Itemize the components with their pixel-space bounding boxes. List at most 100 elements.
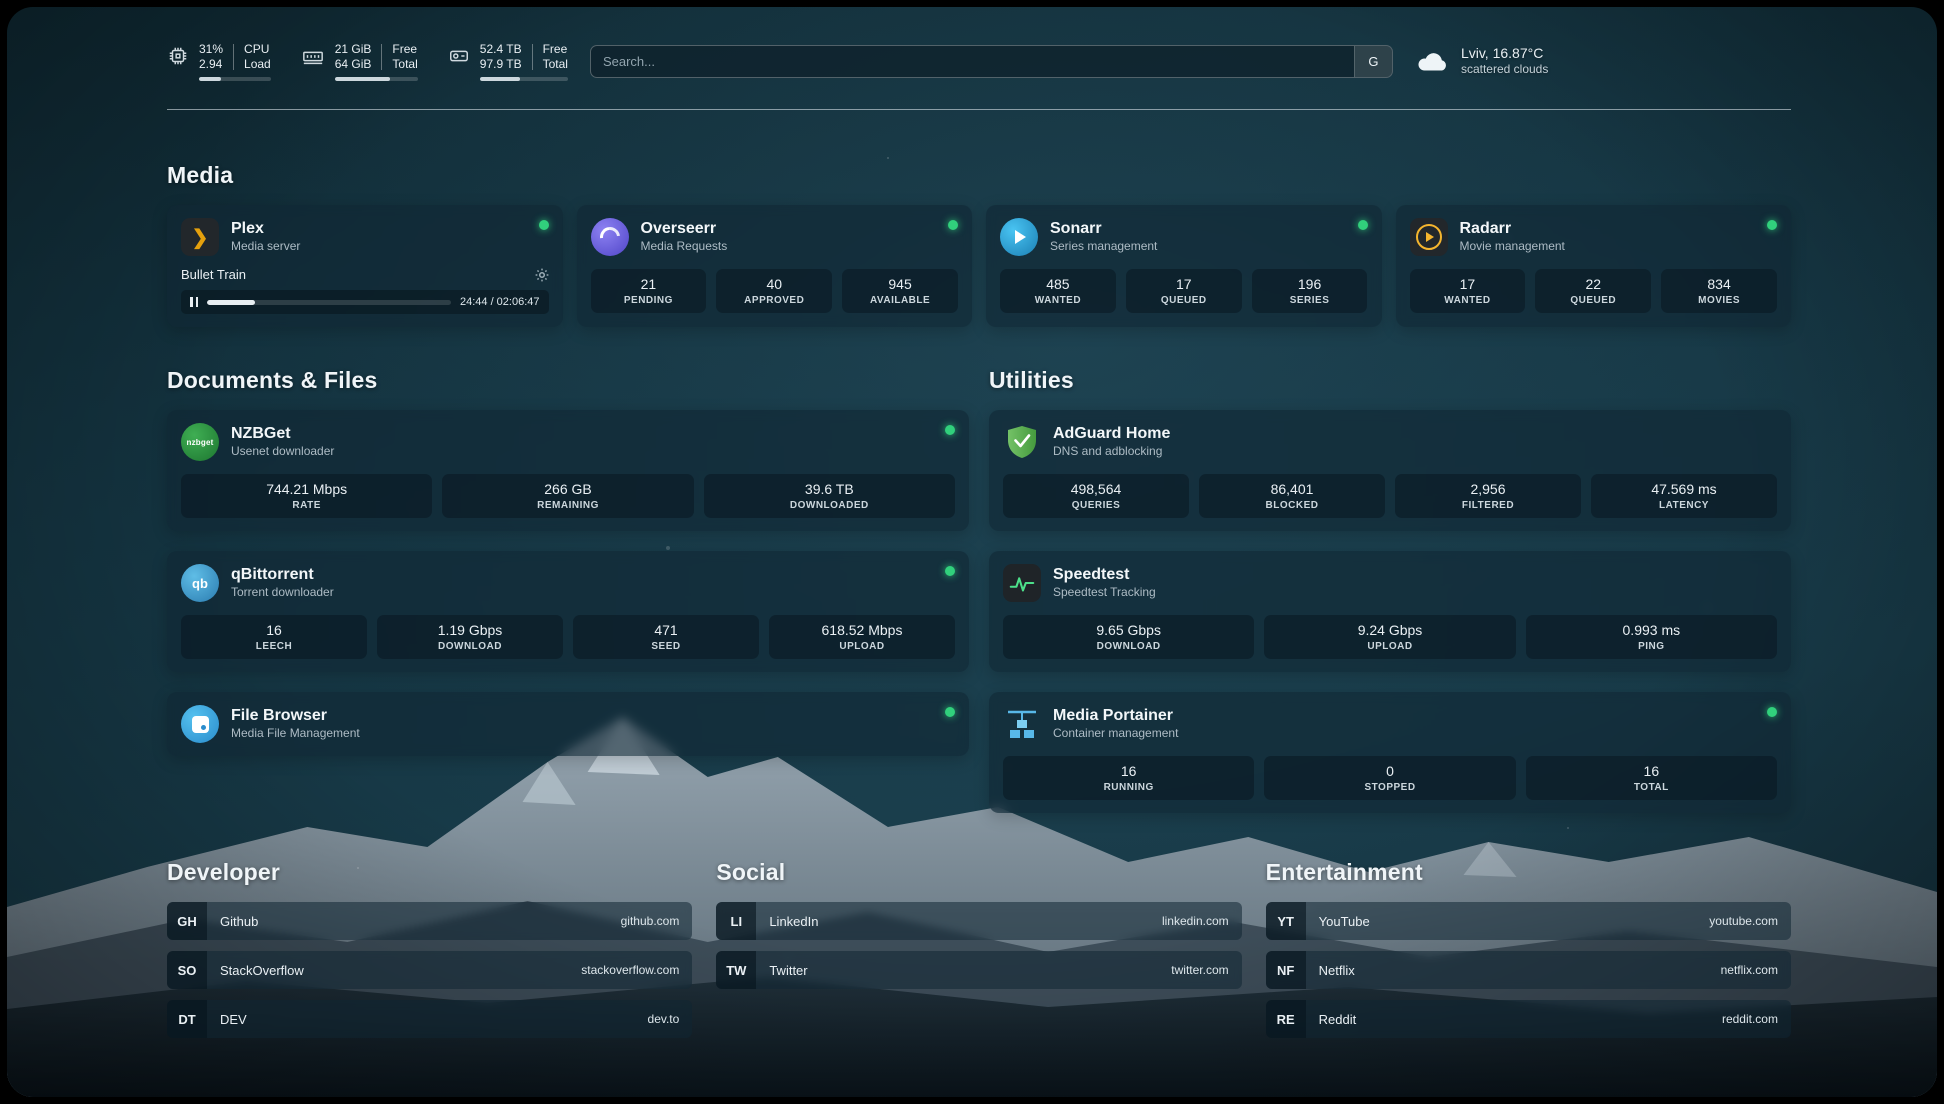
bookmark-url: twitter.com: [1171, 951, 1241, 989]
bookmark-youtube[interactable]: YT YouTube youtube.com: [1266, 902, 1791, 940]
cpu-metric: 31% 2.94 CPU Load: [167, 42, 271, 81]
search-engine-button[interactable]: G: [1354, 46, 1392, 77]
bookmark-name: Reddit: [1306, 1000, 1722, 1038]
stat-series: 196 SERIES: [1252, 269, 1368, 313]
bookmark-github[interactable]: GH Github github.com: [167, 902, 692, 940]
cpu-label-top: CPU: [244, 42, 271, 57]
bookmark-name: Github: [207, 902, 621, 940]
filebrowser-icon: [181, 705, 219, 743]
weather-widget: Lviv, 16.87°C scattered clouds: [1415, 44, 1548, 78]
status-dot: [945, 707, 955, 717]
service-title: Sonarr: [1050, 219, 1157, 239]
stat-upload: 618.52 Mbps UPLOAD: [769, 615, 955, 659]
stat-total: 16 TOTAL: [1526, 756, 1777, 800]
metric-divider: [233, 44, 234, 70]
search-input[interactable]: [591, 46, 1354, 77]
disk-metric: 52.4 TB 97.9 TB Free Total: [448, 42, 568, 81]
bookmark-reddit[interactable]: RE Reddit reddit.com: [1266, 1000, 1791, 1038]
bookmark-url: dev.to: [648, 1000, 693, 1038]
card-overseerr[interactable]: Overseerr Media Requests 21 PENDING 40 A…: [577, 205, 973, 327]
bookmark-abbr: NF: [1266, 951, 1306, 989]
card-nzbget[interactable]: nzbget NZBGet Usenet downloader 744.21 M…: [167, 410, 969, 531]
weather-location: Lviv, 16.87°C: [1461, 44, 1548, 62]
section-entertainment: Entertainment YT YouTube youtube.com NF …: [1266, 859, 1791, 1049]
disk-progress-bar: [480, 77, 568, 81]
bookmark-twitter[interactable]: TW Twitter twitter.com: [716, 951, 1241, 989]
memory-progress-bar: [335, 77, 418, 81]
bookmark-name: LinkedIn: [756, 902, 1162, 940]
metric-divider: [532, 44, 533, 70]
bookmark-name: Twitter: [756, 951, 1171, 989]
bookmark-linkedin[interactable]: LI LinkedIn linkedin.com: [716, 902, 1241, 940]
search-bar[interactable]: G: [590, 45, 1393, 78]
service-title: Overseerr: [641, 219, 728, 239]
bookmark-abbr: RE: [1266, 1000, 1306, 1038]
system-metrics: 31% 2.94 CPU Load: [167, 42, 568, 81]
service-subtitle: Torrent downloader: [231, 585, 334, 601]
cpu-label-bottom: Load: [244, 57, 271, 72]
card-portainer[interactable]: Media Portainer Container management 16 …: [989, 692, 1791, 813]
section-social: Social LI LinkedIn linkedin.com TW Twitt…: [716, 859, 1241, 1049]
stat-movies: 834 MOVIES: [1661, 269, 1777, 313]
stat-queries: 498,564 QUERIES: [1003, 474, 1189, 518]
service-subtitle: Series management: [1050, 239, 1157, 255]
card-speedtest[interactable]: Speedtest Speedtest Tracking 9.65 Gbps D…: [989, 551, 1791, 672]
card-radarr[interactable]: Radarr Movie management 17 WANTED 22 QUE…: [1396, 205, 1792, 327]
memory-icon: [301, 45, 325, 67]
card-adguard[interactable]: AdGuard Home DNS and adblocking 498,564 …: [989, 410, 1791, 531]
stat-downloaded: 39.6 TB DOWNLOADED: [704, 474, 955, 518]
card-sonarr[interactable]: Sonarr Series management 485 WANTED 17 Q…: [986, 205, 1382, 327]
plex-icon: ❯: [181, 218, 219, 256]
speedtest-icon: [1003, 564, 1041, 602]
portainer-icon: [1003, 705, 1041, 743]
service-subtitle: Movie management: [1460, 239, 1565, 255]
bookmark-abbr: GH: [167, 902, 207, 940]
bookmark-abbr: SO: [167, 951, 207, 989]
cpu-load: 2.94: [199, 57, 223, 72]
stat-download: 9.65 Gbps DOWNLOAD: [1003, 615, 1254, 659]
section-title-media: Media: [167, 162, 1791, 189]
stat-latency: 47.569 ms LATENCY: [1591, 474, 1777, 518]
stat-available: 945 AVAILABLE: [842, 269, 958, 313]
stat-leech: 16 LEECH: [181, 615, 367, 659]
card-filebrowser[interactable]: File Browser Media File Management: [167, 692, 969, 756]
stat-seed: 471 SEED: [573, 615, 759, 659]
card-plex[interactable]: ❯ Plex Media server Bullet Train: [167, 205, 563, 327]
weather-condition: scattered clouds: [1461, 62, 1548, 78]
service-title: qBittorrent: [231, 565, 334, 585]
pause-button[interactable]: [190, 297, 198, 307]
cpu-icon: [167, 45, 189, 67]
bookmark-name: StackOverflow: [207, 951, 581, 989]
gear-icon[interactable]: [535, 268, 549, 282]
service-subtitle: Speedtest Tracking: [1053, 585, 1156, 601]
now-playing-title: Bullet Train: [181, 267, 246, 282]
qbittorrent-icon: qb: [181, 564, 219, 602]
status-dot: [539, 220, 549, 230]
section-media: Media ❯ Plex Media server: [167, 162, 1791, 327]
service-subtitle: Usenet downloader: [231, 444, 334, 460]
bookmark-dev[interactable]: DT DEV dev.to: [167, 1000, 692, 1038]
status-dot: [945, 566, 955, 576]
header-divider: [167, 109, 1791, 110]
status-dot: [1358, 220, 1368, 230]
bookmark-name: YouTube: [1306, 902, 1710, 940]
service-title: Plex: [231, 219, 300, 239]
memory-label-top: Free: [392, 42, 417, 57]
section-title-developer: Developer: [167, 859, 692, 886]
service-title: AdGuard Home: [1053, 424, 1170, 444]
bookmark-abbr: YT: [1266, 902, 1306, 940]
playback-progress[interactable]: [207, 300, 451, 305]
playback-time: 24:44 / 02:06:47: [460, 296, 540, 308]
bookmark-netflix[interactable]: NF Netflix netflix.com: [1266, 951, 1791, 989]
stat-queued: 17 QUEUED: [1126, 269, 1242, 313]
top-bar: 31% 2.94 CPU Load: [167, 37, 1791, 85]
card-qbittorrent[interactable]: qb qBittorrent Torrent downloader 16 LEE…: [167, 551, 969, 672]
service-title: Media Portainer: [1053, 706, 1178, 726]
memory-metric: 21 GiB 64 GiB Free Total: [301, 42, 418, 81]
cpu-percent: 31%: [199, 42, 223, 57]
stat-wanted: 17 WANTED: [1410, 269, 1526, 313]
radarr-icon: [1410, 218, 1448, 256]
bookmark-abbr: LI: [716, 902, 756, 940]
overseerr-icon: [591, 218, 629, 256]
bookmark-stackoverflow[interactable]: SO StackOverflow stackoverflow.com: [167, 951, 692, 989]
